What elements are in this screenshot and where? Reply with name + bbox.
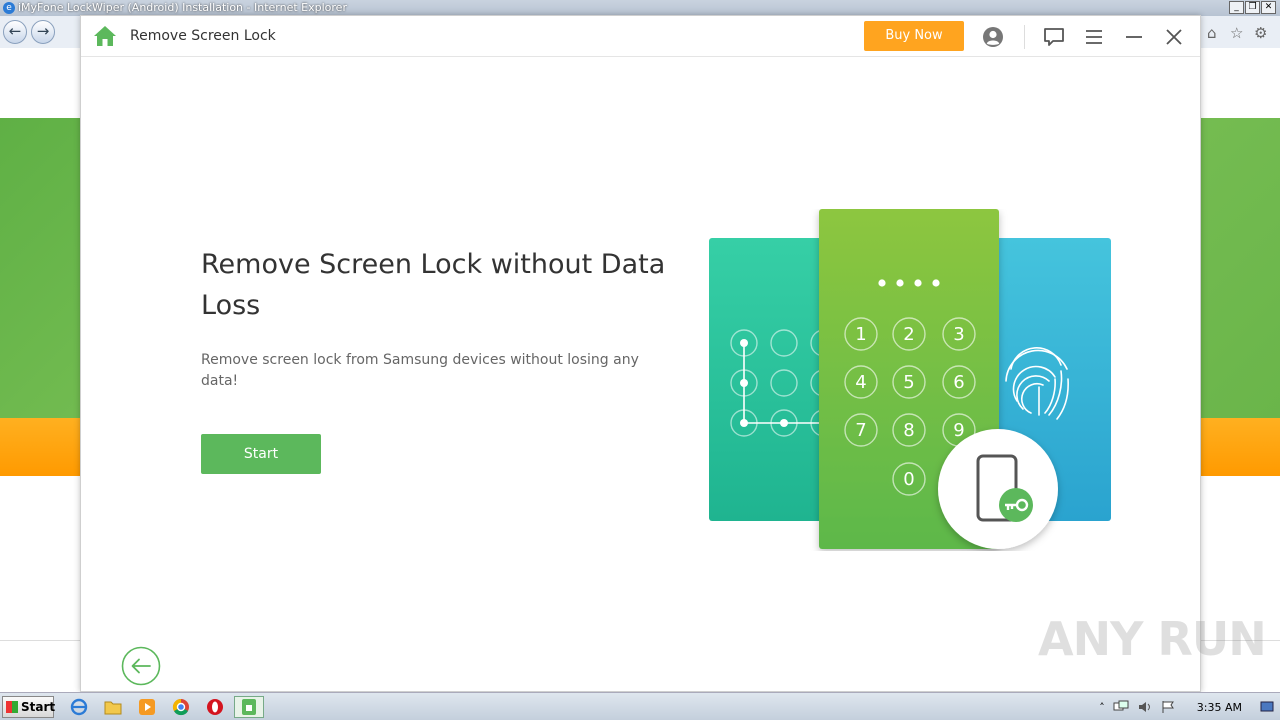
keypad-key: 6 (953, 372, 964, 393)
browser-title: iMyFone LockWiper (Android) Installation… (18, 1, 347, 14)
media-player-icon (139, 699, 155, 715)
browser-window-controls: _ ❒ ✕ (1229, 1, 1276, 14)
ie-icon (70, 698, 88, 716)
keypad-key: 8 (903, 420, 914, 441)
taskbar-media-player[interactable] (132, 696, 162, 718)
home-icon[interactable] (93, 25, 117, 47)
app-window: Remove Screen Lock Buy Now Remove Screen… (80, 15, 1201, 692)
app-header: Remove Screen Lock Buy Now (81, 16, 1200, 57)
taskbar-ie[interactable] (64, 696, 94, 718)
ie-icon: e (3, 2, 15, 14)
phone-unlock-badge (938, 429, 1058, 549)
show-desktop-icon[interactable] (1260, 700, 1274, 714)
close-icon[interactable] (1163, 26, 1185, 48)
gear-icon[interactable]: ⚙ (1254, 24, 1267, 42)
keypad-key: 7 (855, 420, 866, 441)
chrome-icon (172, 698, 189, 716)
watermark: ANY RUN (1038, 612, 1267, 666)
back-arrow-icon[interactable]: ← (3, 20, 27, 44)
feedback-icon[interactable] (1043, 26, 1065, 48)
back-button[interactable] (121, 646, 161, 686)
action-center-flag-icon[interactable] (1161, 700, 1175, 714)
system-tray: ˄ 3:35 AM (1099, 695, 1280, 719)
keypad-key: 2 (903, 324, 914, 345)
page-title: Remove Screen Lock without Data Loss (201, 249, 666, 321)
close-icon[interactable]: ✕ (1261, 1, 1276, 14)
keypad-key: 4 (855, 372, 866, 393)
opera-icon (207, 699, 223, 715)
menu-icon[interactable] (1083, 26, 1105, 48)
buy-now-button[interactable]: Buy Now (864, 21, 964, 51)
windows-flag-icon (6, 701, 18, 713)
forward-arrow-icon[interactable]: → (31, 20, 55, 44)
taskbar-chrome[interactable] (166, 696, 196, 718)
minimize-icon[interactable] (1123, 26, 1145, 48)
start-button[interactable]: Start (201, 434, 321, 474)
folder-icon (104, 701, 122, 715)
network-icon[interactable] (1113, 700, 1129, 714)
taskbar-opera[interactable] (200, 696, 230, 718)
taskbar-explorer[interactable] (98, 696, 128, 718)
start-label: Start (21, 700, 56, 714)
account-icon[interactable] (982, 26, 1004, 48)
minimize-icon[interactable]: _ (1229, 1, 1244, 14)
screen-lock-illustration: 1 2 3 4 5 6 7 8 9 0 (709, 209, 1111, 549)
lockwiper-app-icon (242, 699, 256, 715)
keypad-key: 1 (855, 324, 866, 345)
volume-icon[interactable] (1137, 700, 1153, 714)
star-icon[interactable]: ☆ (1230, 24, 1243, 42)
tray-expand-icon[interactable]: ˄ (1099, 701, 1105, 714)
browser-title-bar: e iMyFone LockWiper (Android) Installati… (0, 0, 1280, 16)
keypad-key: 0 (903, 469, 914, 490)
keypad-key: 9 (953, 420, 964, 441)
home-icon[interactable]: ⌂ (1207, 24, 1217, 42)
header-separator (1024, 25, 1025, 49)
clock[interactable]: 3:35 AM (1197, 701, 1242, 714)
restore-icon[interactable]: ❒ (1245, 1, 1260, 14)
taskbar-lockwiper[interactable] (234, 696, 264, 718)
app-title: Remove Screen Lock (130, 28, 276, 44)
page-description: Remove screen lock from Samsung devices … (201, 352, 639, 389)
keypad-key: 3 (953, 324, 964, 345)
start-button[interactable]: Start (2, 696, 56, 718)
taskbar: Start ˄ 3:35 AM (0, 692, 1280, 720)
keypad-key: 5 (903, 372, 914, 393)
